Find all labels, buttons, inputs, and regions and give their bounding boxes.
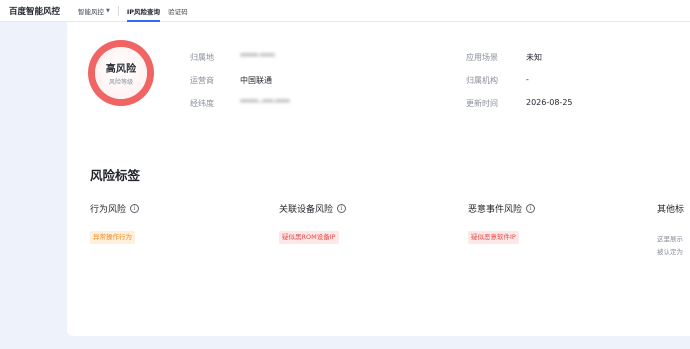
info-icon[interactable]: i (337, 204, 347, 213)
brand-logo-text[interactable]: 百度智能风控 (9, 5, 60, 17)
location-label: 归属地 (190, 53, 214, 62)
column-title-text: 恶意事件风险 (468, 205, 523, 215)
device-risk-title: 关联设备风险 i (279, 202, 347, 215)
sidebar-sliver (0, 22, 66, 349)
other-tags-title: 其他标 (657, 202, 684, 215)
nav-item-ip-risk-query[interactable]: IP风险查询 (126, 0, 161, 22)
risk-level-text: 高风险 (105, 64, 137, 75)
carrier-value: 中国联通 (240, 76, 272, 85)
risk-level-gauge: 高风险 风险等级 (88, 40, 154, 106)
org-value: - (526, 75, 529, 84)
nav-item-label: 验证码 (168, 7, 188, 16)
column-title-text: 行为风险 (90, 205, 127, 215)
chevron-down-icon: ▼ (106, 7, 110, 14)
scene-value: 未知 (526, 53, 542, 62)
other-tags-desc-line1: 这里展示 (657, 235, 683, 243)
nav-divider (117, 5, 119, 16)
nav-item-smart-risk[interactable]: 智能风控 ▼ (78, 0, 110, 22)
behavior-risk-title: 行为风险 i (90, 202, 140, 215)
coords-value: *****··***·**** (240, 98, 290, 107)
coords-label: 经纬度 (190, 99, 214, 108)
top-navbar: 百度智能风控 智能风控 ▼ IP风险查询 验证码 (0, 0, 690, 22)
risk-level-caption: 风险等级 (108, 79, 133, 86)
behavior-risk-tag: 异常操作行为 (90, 231, 135, 244)
device-risk-tag: 疑似黑ROM设备IP (279, 231, 339, 244)
nav-item-label: 智能风控 (78, 7, 105, 16)
nav-item-label: IP风险查询 (126, 7, 161, 16)
malicious-event-risk-tag: 疑似恶意软件IP (468, 231, 519, 244)
malicious-event-risk-title: 恶意事件风险 i (468, 202, 536, 215)
result-card (67, 22, 690, 336)
info-icon[interactable]: i (526, 204, 536, 213)
other-tags-desc-line2: 被认定为 (657, 248, 683, 256)
org-label: 归属机构 (466, 76, 498, 85)
updated-value: 2026-08-25 (526, 98, 573, 107)
carrier-label: 运营商 (190, 76, 214, 85)
updated-label: 更新时间 (466, 99, 498, 108)
scene-label: 应用场景 (466, 53, 498, 62)
column-title-text: 关联设备风险 (279, 205, 334, 215)
column-title-text: 其他标 (657, 205, 685, 215)
risk-tags-title: 风险标签 (90, 168, 141, 183)
location-value: *****·**** (240, 52, 275, 61)
info-icon[interactable]: i (130, 204, 140, 213)
nav-item-captcha[interactable]: 验证码 (168, 0, 188, 22)
